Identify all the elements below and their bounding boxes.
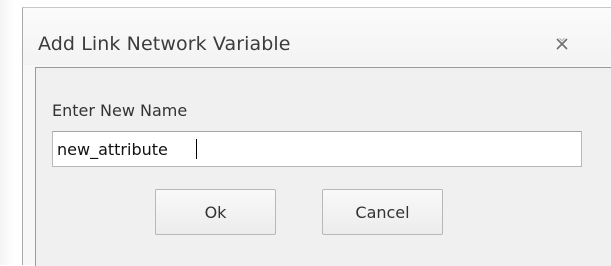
- close-button[interactable]: [551, 35, 573, 53]
- cancel-button[interactable]: Cancel: [322, 189, 443, 235]
- add-link-network-variable-dialog: Add Link Network Variable Enter New Name…: [22, 7, 611, 266]
- new-name-input[interactable]: [52, 131, 582, 167]
- enter-new-name-label: Enter New Name: [52, 101, 188, 120]
- dialog-title: Add Link Network Variable: [38, 33, 291, 55]
- close-icon: [556, 37, 568, 50]
- ok-button[interactable]: Ok: [155, 189, 276, 235]
- dialog-titlebar: Add Link Network Variable: [23, 8, 611, 65]
- dialog-content: Enter New Name Ok Cancel: [35, 67, 611, 266]
- text-caret: [196, 139, 197, 159]
